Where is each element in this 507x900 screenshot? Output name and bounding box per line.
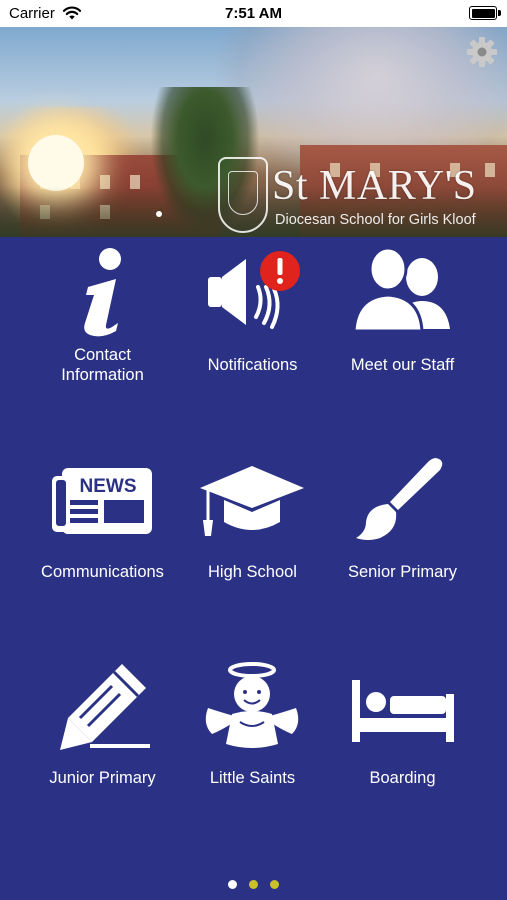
menu-item-label: Little Saints — [209, 769, 296, 787]
menu-item-meet-our-staff[interactable]: Meet our Staff — [318, 237, 487, 437]
menu-item-label: Senior Primary — [347, 563, 458, 581]
menu-item-junior-primary[interactable]: Junior Primary — [18, 650, 187, 850]
sun-image — [28, 135, 84, 191]
menu-item-label: Information — [61, 366, 144, 384]
header-banner: St MARY'S Diocesan School for Girls Kloo… — [0, 27, 507, 237]
menu-item-label: Meet our Staff — [350, 356, 455, 374]
menu-item-little-saints[interactable]: Little Saints — [168, 650, 337, 850]
paintbrush-icon — [356, 458, 443, 540]
school-name: St MARY'S — [272, 163, 477, 209]
menu-item-contact-information[interactable]: Contact Information — [18, 237, 187, 437]
graduation-cap-icon — [200, 466, 304, 536]
people-icon — [352, 247, 450, 333]
clock: 7:51 AM — [225, 5, 282, 22]
page-dot[interactable] — [249, 880, 258, 889]
gear-icon[interactable] — [465, 35, 499, 69]
menu-item-label: Junior Primary — [49, 769, 156, 787]
menu-item-communications[interactable]: NEWS Communications — [18, 444, 187, 644]
menu-item-high-school[interactable]: High School — [168, 444, 337, 644]
newspaper-icon: NEWS — [52, 468, 152, 534]
pencil-icon — [60, 664, 150, 750]
menu-item-notifications[interactable]: Notifications — [168, 237, 337, 437]
battery-icon — [469, 6, 497, 20]
school-subtitle: Diocesan School for Girls Kloof — [275, 212, 476, 228]
menu-item-label: High School — [208, 563, 297, 581]
menu-item-senior-primary[interactable]: Senior Primary — [318, 444, 487, 644]
school-crest-logo — [218, 157, 268, 233]
page-indicator[interactable] — [0, 876, 507, 894]
bed-icon — [352, 680, 454, 742]
menu-item-label: Boarding — [369, 769, 436, 787]
angel-icon — [205, 662, 299, 748]
menu-item-label: Notifications — [207, 356, 298, 374]
menu-item-boarding[interactable]: Boarding — [318, 650, 487, 850]
news-label: NEWS — [80, 476, 137, 497]
notification-speaker-icon — [208, 251, 300, 329]
page-dot[interactable] — [270, 880, 280, 889]
info-icon — [84, 248, 121, 337]
menu-item-label: Contact — [74, 346, 131, 364]
page-dot[interactable] — [227, 880, 237, 889]
status-bar: Carrier 7:51 AM — [0, 0, 507, 27]
menu-item-label: Communications — [41, 563, 164, 581]
